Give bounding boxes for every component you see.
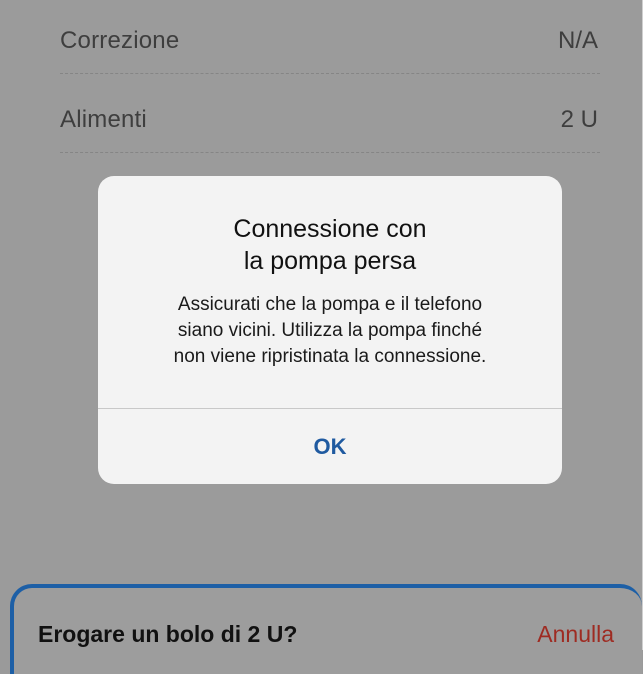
dimmed-background: Correzione N/A Alimenti 2 U Erogare un b… [0, 0, 643, 674]
food-label: Alimenti [60, 106, 147, 133]
cancel-button[interactable]: Annulla [537, 621, 614, 648]
food-value: 2 U [560, 106, 598, 133]
sheet-title: Erogare un bolo di 2 U? [38, 621, 298, 647]
ok-button[interactable]: OK [98, 409, 562, 484]
correction-label: Correzione [60, 27, 180, 54]
connection-lost-alert: Connessione con la pompa persa Assicurat… [98, 176, 562, 484]
alert-title: Connessione con la pompa persa [233, 215, 427, 275]
correction-row: Correzione N/A [60, 14, 600, 74]
food-row: Alimenti 2 U [60, 93, 600, 153]
correction-value: N/A [557, 27, 598, 54]
alert-message: Assicurati che la pompa e il telefono si… [173, 294, 487, 367]
